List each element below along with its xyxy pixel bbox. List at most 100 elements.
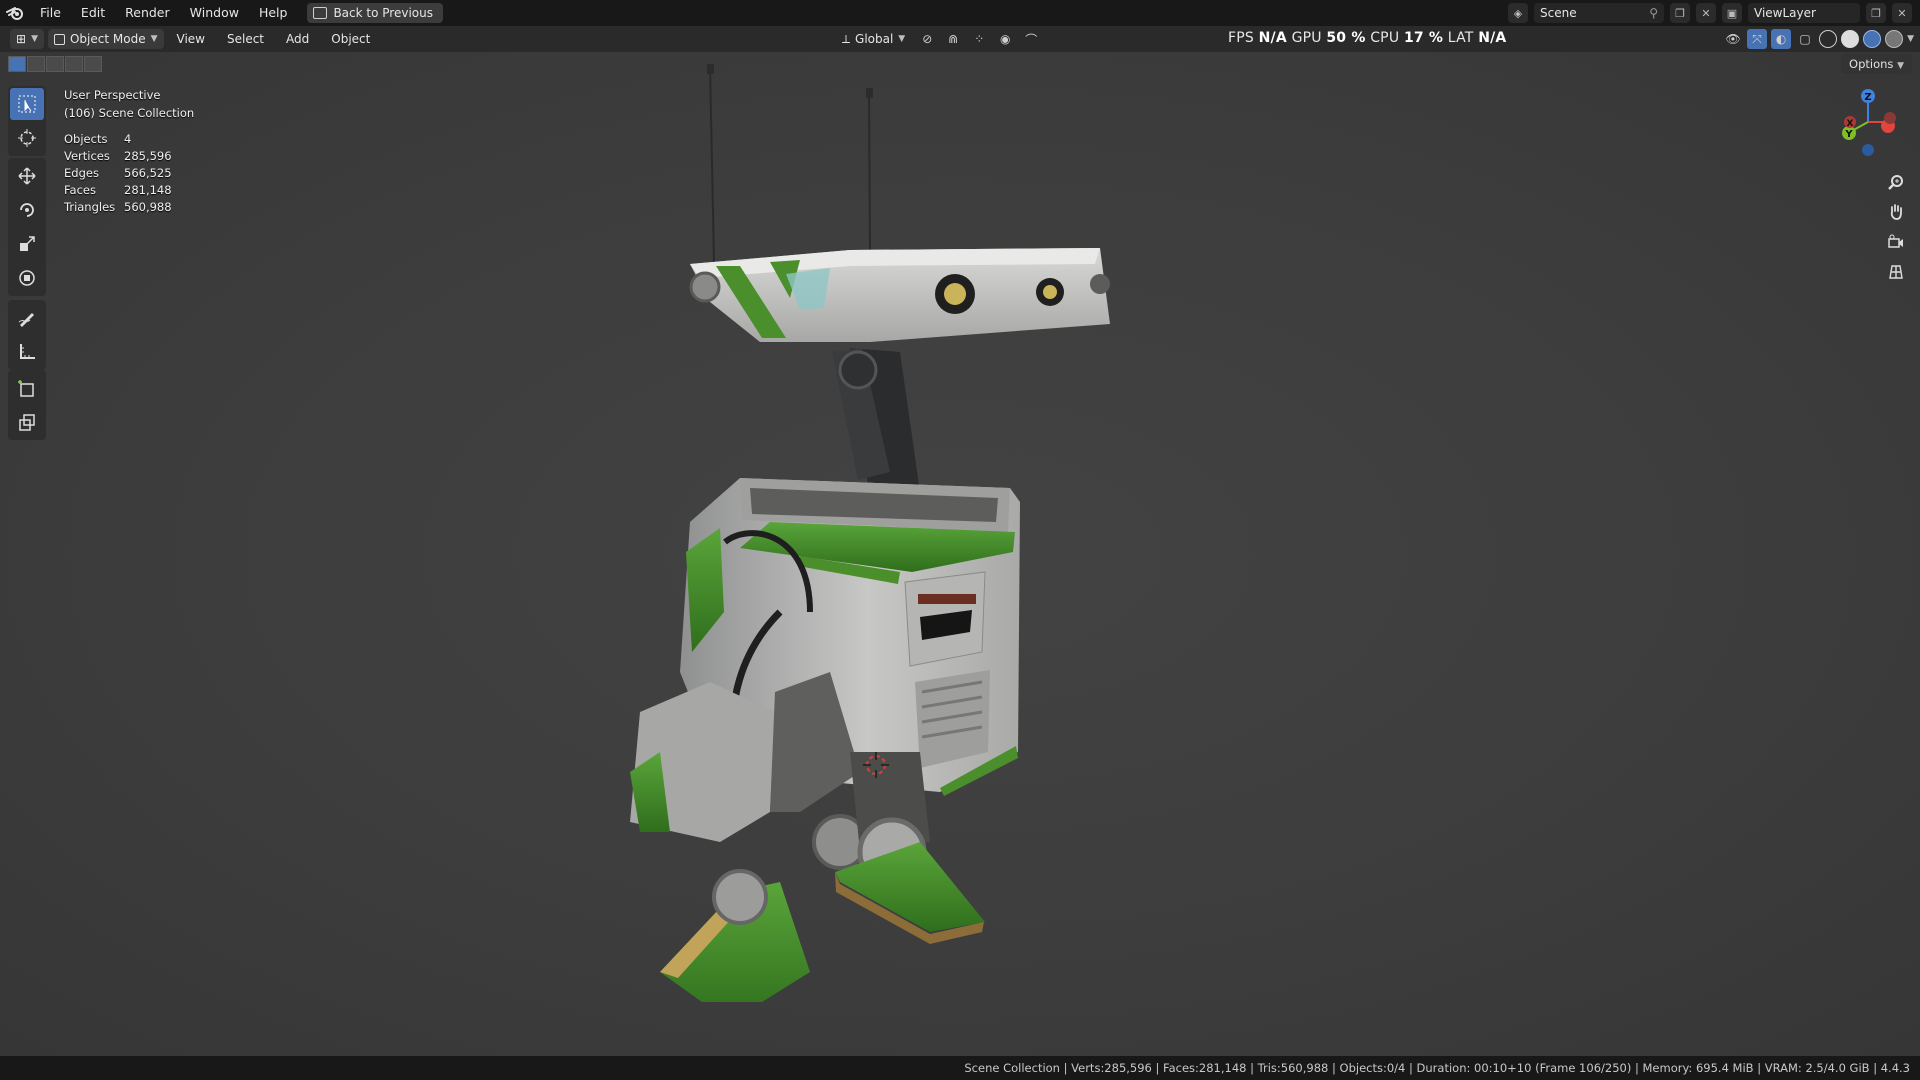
gpu-label: GPU [1291,30,1322,46]
gizmo-y-label: Y [1844,129,1853,140]
pivot-point-icon[interactable]: ⊘ [917,29,937,49]
chevron-down-icon: ▼ [150,34,158,44]
blender-logo-icon[interactable] [0,0,30,26]
select-invert-icon[interactable] [65,56,83,72]
scale-tool[interactable] [10,228,44,260]
ruler-icon [20,344,35,359]
select-subtract-icon[interactable] [46,56,64,72]
select-extend-icon[interactable] [27,56,45,72]
gizmo-toggle-icon[interactable]: ⤧ [1747,29,1768,49]
stat-row: Triangles 560,988 [64,200,172,217]
pan-hand-icon[interactable] [1884,200,1908,224]
cpu-label: CPU [1370,30,1400,46]
snap-target-icon[interactable]: ⁘ [969,29,989,49]
menu-add[interactable]: Add [277,32,318,46]
menu-help[interactable]: Help [249,0,298,26]
options-dropdown[interactable]: Options ▼ [1841,54,1912,74]
top-menu-bar: File Edit Render Window Help Back to Pre… [0,0,1920,26]
chevron-down-icon[interactable]: ▼ [1907,34,1914,44]
mode-label: Object Mode [69,32,146,46]
select-new-icon[interactable] [8,56,26,72]
visibility-icon[interactable]: 👁 [1723,29,1743,49]
stat-label: Faces [64,183,96,197]
menu-render[interactable]: Render [115,0,180,26]
select-intersect-icon[interactable] [84,56,102,72]
stat-row: Objects 4 [64,132,172,149]
new-view-layer-icon[interactable]: ❐ [1866,3,1886,23]
camera-view-icon[interactable] [1884,230,1908,254]
menu-view[interactable]: View [168,32,214,46]
overlays-toggle-icon[interactable]: ◐ [1771,29,1792,49]
annotate-tool[interactable] [10,302,44,334]
gpu-value: 50 % [1326,30,1366,46]
lat-value: N/A [1478,30,1507,46]
scene-statistics: Objects 4 Vertices 285,596 Edges 566,525 Fa… [64,132,172,217]
menu-edit[interactable]: Edit [71,0,115,26]
menu-file[interactable]: File [30,0,71,26]
zoom-icon[interactable] [1884,170,1908,194]
wireframe-shading-icon[interactable] [1819,30,1838,48]
scene-type-icon[interactable]: ◈ [1508,3,1528,23]
view-layer-type-icon[interactable]: ▣ [1722,3,1742,23]
snap-icon[interactable]: ⋒ [943,29,963,49]
annotate-tools [8,300,46,370]
selection-mode-buttons [8,56,102,72]
new-scene-icon[interactable]: ❐ [1670,3,1690,23]
extrude-tool[interactable] [10,406,44,438]
select-box-icon [18,95,36,113]
robot-model[interactable] [600,52,1160,1002]
orientation-icon: ⟂ [842,31,851,46]
mode-selector[interactable]: Object Mode ▼ [47,29,164,49]
scale-icon [20,236,35,251]
menu-select[interactable]: Select [218,32,273,46]
transform-tools [8,158,46,296]
material-shading-icon[interactable] [1863,30,1882,48]
tool-shelf [8,86,46,156]
transform-tool[interactable] [10,262,44,294]
pin-icon[interactable]: ⚲ [1649,6,1658,20]
chevron-down-icon: ▼ [898,34,906,44]
rotate-icon [20,203,34,217]
fps-label: FPS [1228,30,1254,46]
view-layer-selector[interactable]: ViewLayer [1748,3,1860,23]
view-name: User Perspective [64,88,161,102]
move-tool[interactable] [10,160,44,192]
xray-toggle-icon[interactable]: ▢ [1795,29,1815,49]
menu-object[interactable]: Object [322,32,379,46]
stat-value: 560,988 [124,200,172,214]
gizmo-x-label: X [1847,119,1854,129]
rotate-tool[interactable] [10,194,44,226]
screen-icon [313,7,328,19]
menu-window[interactable]: Window [180,0,249,26]
scene-name: Scene [1540,6,1577,20]
proportional-edit-icon[interactable]: ◉ [995,29,1015,49]
stat-value: 285,596 [124,149,172,163]
solid-shading-icon[interactable] [1841,30,1860,48]
rendered-shading-icon[interactable] [1885,30,1904,48]
stat-value: 281,148 [124,183,172,197]
delete-scene-icon[interactable]: ✕ [1696,3,1716,23]
stat-row: Edges 566,525 [64,166,172,183]
measure-tool[interactable] [10,336,44,368]
fps-value: N/A [1258,30,1287,46]
3d-viewport[interactable]: Options ▼ User Perspective (106) Scene C… [0,52,1920,1056]
select-box-tool[interactable] [10,88,44,120]
viewport-header: ⊞ ▼ Object Mode ▼ View Select Add Object … [0,26,1920,52]
delete-view-layer-icon[interactable]: ✕ [1892,3,1912,23]
chevron-down-icon: ▼ [1897,61,1904,71]
pencil-icon [18,313,34,327]
falloff-icon[interactable]: ⌒ [1021,29,1041,49]
extrude-icon [19,414,35,431]
cpu-value: 17 % [1403,30,1444,46]
perspective-toggle-icon[interactable] [1884,260,1908,284]
back-to-previous-button[interactable]: Back to Previous [307,3,443,23]
navigation-gizmo[interactable]: Z Y X [1830,82,1910,162]
stat-row: Faces 281,148 [64,183,172,200]
stat-label: Triangles [64,200,116,214]
transform-orientation-selector[interactable]: ⟂ Global ▼ [836,29,911,49]
scene-selector[interactable]: Scene ⚲ [1534,3,1664,23]
back-to-previous-label: Back to Previous [333,6,433,20]
add-cube-tool[interactable] [10,372,44,404]
cursor-tool[interactable] [10,122,44,154]
editor-type-selector[interactable]: ⊞ ▼ [10,29,44,49]
